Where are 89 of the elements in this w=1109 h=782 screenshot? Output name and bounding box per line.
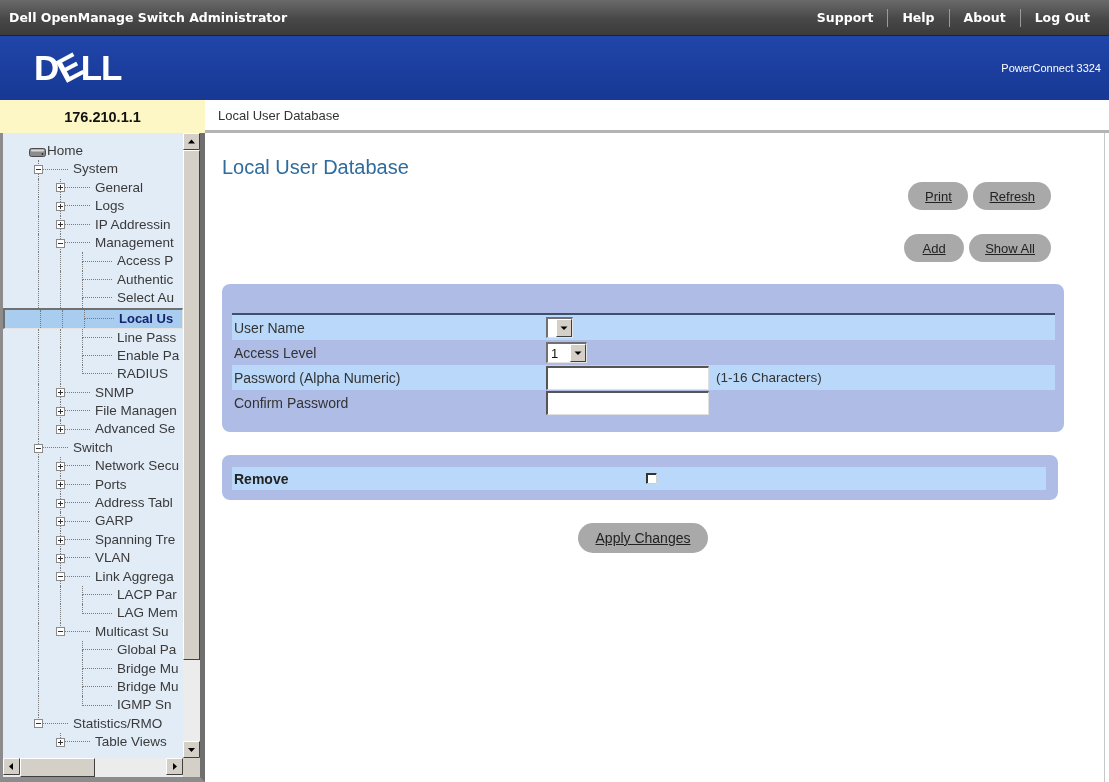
down-arrow-icon[interactable] bbox=[183, 741, 200, 758]
tree-item[interactable]: Logs bbox=[3, 197, 183, 216]
tree-item[interactable]: GARP bbox=[3, 512, 183, 531]
horizontal-scrollbar[interactable] bbox=[3, 758, 183, 777]
tree-item[interactable]: File Managen bbox=[3, 402, 183, 421]
plus-box-icon[interactable] bbox=[56, 183, 65, 193]
page-title: Local User Database bbox=[222, 156, 409, 178]
plus-box-icon[interactable] bbox=[56, 406, 65, 416]
tree-item[interactable]: General bbox=[3, 178, 183, 198]
tree-item[interactable]: Local Us bbox=[3, 307, 183, 329]
window-title: Dell OpenManage Switch Administrator bbox=[8, 10, 288, 25]
tree-item[interactable]: LACP Par bbox=[3, 586, 183, 605]
plus-box-icon[interactable] bbox=[56, 425, 65, 435]
plus-box-icon[interactable] bbox=[56, 201, 65, 211]
tree-item[interactable]: Ports bbox=[3, 475, 183, 495]
tree-item[interactable]: Line Pass bbox=[3, 328, 183, 347]
field-label: Password (Alpha Numeric) bbox=[233, 369, 401, 386]
header-link[interactable]: Help bbox=[887, 8, 949, 27]
caret-icon bbox=[570, 344, 587, 362]
plus-box-icon[interactable] bbox=[56, 480, 65, 490]
minus-box-icon[interactable] bbox=[34, 165, 43, 175]
tree-item[interactable]: Enable Pa bbox=[3, 346, 183, 366]
tree-item[interactable]: Address Tabl bbox=[3, 494, 183, 513]
minus-box-icon[interactable] bbox=[56, 238, 65, 248]
header-link[interactable]: Log Out bbox=[1019, 8, 1104, 27]
dropdown[interactable] bbox=[546, 317, 573, 338]
tree-item[interactable]: SNMP bbox=[3, 383, 183, 403]
tree-item[interactable]: Management bbox=[3, 233, 183, 253]
tree-item[interactable]: Table Views bbox=[3, 733, 183, 752]
tree-item[interactable]: Home bbox=[3, 142, 183, 161]
field-label: User Name bbox=[233, 319, 305, 336]
product-name: PowerConnect 3324 bbox=[1001, 62, 1101, 74]
plus-box-icon[interactable] bbox=[56, 388, 65, 398]
tree-item[interactable]: Select Au bbox=[3, 289, 183, 308]
field-label: Confirm Password bbox=[233, 394, 349, 411]
minus-box-icon[interactable] bbox=[34, 719, 43, 729]
tree-item[interactable]: Statistics/RMO bbox=[3, 714, 183, 734]
tree-item[interactable]: System bbox=[3, 160, 183, 179]
field-label: Access Level bbox=[233, 344, 317, 361]
checkbox[interactable] bbox=[646, 473, 657, 484]
tree-item[interactable]: Bridge Mu bbox=[3, 677, 183, 697]
scrollbar-corner bbox=[183, 758, 200, 777]
tree-item[interactable]: VLAN bbox=[3, 549, 183, 568]
minus-box-icon[interactable] bbox=[56, 627, 65, 637]
plus-box-icon[interactable] bbox=[56, 737, 65, 747]
caret-icon bbox=[556, 319, 572, 337]
plus-box-icon[interactable] bbox=[56, 553, 65, 563]
plus-box-icon[interactable] bbox=[56, 535, 65, 545]
minus-box-icon[interactable] bbox=[34, 443, 43, 453]
text-field[interactable] bbox=[546, 390, 709, 415]
breadcrumb: Local User Database bbox=[218, 107, 340, 123]
tree-item[interactable]: Spanning Tre bbox=[3, 530, 183, 550]
text-field[interactable] bbox=[546, 365, 709, 390]
field-hint: (1-16 Characters) bbox=[716, 370, 822, 385]
up-arrow-icon[interactable] bbox=[183, 133, 200, 150]
tree-item[interactable]: Advanced Se bbox=[3, 420, 183, 439]
plus-box-icon[interactable] bbox=[56, 220, 65, 230]
tree-item[interactable]: Link Aggrega bbox=[3, 567, 183, 586]
tree-item[interactable]: RADIUS bbox=[3, 365, 183, 384]
header-link[interactable]: Support bbox=[802, 8, 888, 27]
device-address: 176.210.1.1 bbox=[0, 100, 205, 133]
minus-box-icon[interactable] bbox=[56, 572, 65, 582]
plus-box-icon[interactable] bbox=[56, 461, 65, 471]
tree-item[interactable]: IGMP Sn bbox=[3, 696, 183, 715]
action-button[interactable]: Refresh bbox=[973, 182, 1051, 210]
action-button[interactable]: Print bbox=[908, 182, 969, 210]
tree-item[interactable]: Global Pa bbox=[3, 641, 183, 660]
tree-item[interactable]: Authentic bbox=[3, 270, 183, 290]
vertical-scrollbar[interactable] bbox=[183, 133, 200, 758]
left-arrow-icon[interactable] bbox=[3, 758, 20, 775]
tree-item[interactable]: Multicast Su bbox=[3, 622, 183, 642]
field-label: Remove bbox=[233, 470, 289, 487]
apply-button[interactable]: Apply Changes bbox=[577, 523, 709, 553]
action-button[interactable]: Show All bbox=[969, 234, 1051, 262]
right-arrow-icon[interactable] bbox=[166, 758, 183, 775]
tree-item[interactable]: Network Secu bbox=[3, 457, 183, 476]
tree-item[interactable]: IP Addressin bbox=[3, 215, 183, 234]
action-button[interactable]: Add bbox=[904, 234, 965, 262]
plus-box-icon[interactable] bbox=[56, 517, 65, 527]
scrollbar-thumb[interactable] bbox=[183, 150, 200, 660]
plus-box-icon[interactable] bbox=[56, 498, 65, 508]
scrollbar-thumb[interactable] bbox=[20, 758, 95, 777]
header-link[interactable]: About bbox=[948, 8, 1020, 27]
tree-item[interactable]: Switch bbox=[3, 438, 183, 458]
dropdown[interactable]: 1 bbox=[546, 342, 588, 363]
tree-item[interactable]: Bridge Mu bbox=[3, 659, 183, 678]
brand-logo: DELL bbox=[34, 51, 122, 85]
tree-item[interactable]: LAG Mem bbox=[3, 604, 183, 623]
tree-item[interactable]: Access P bbox=[3, 252, 183, 271]
